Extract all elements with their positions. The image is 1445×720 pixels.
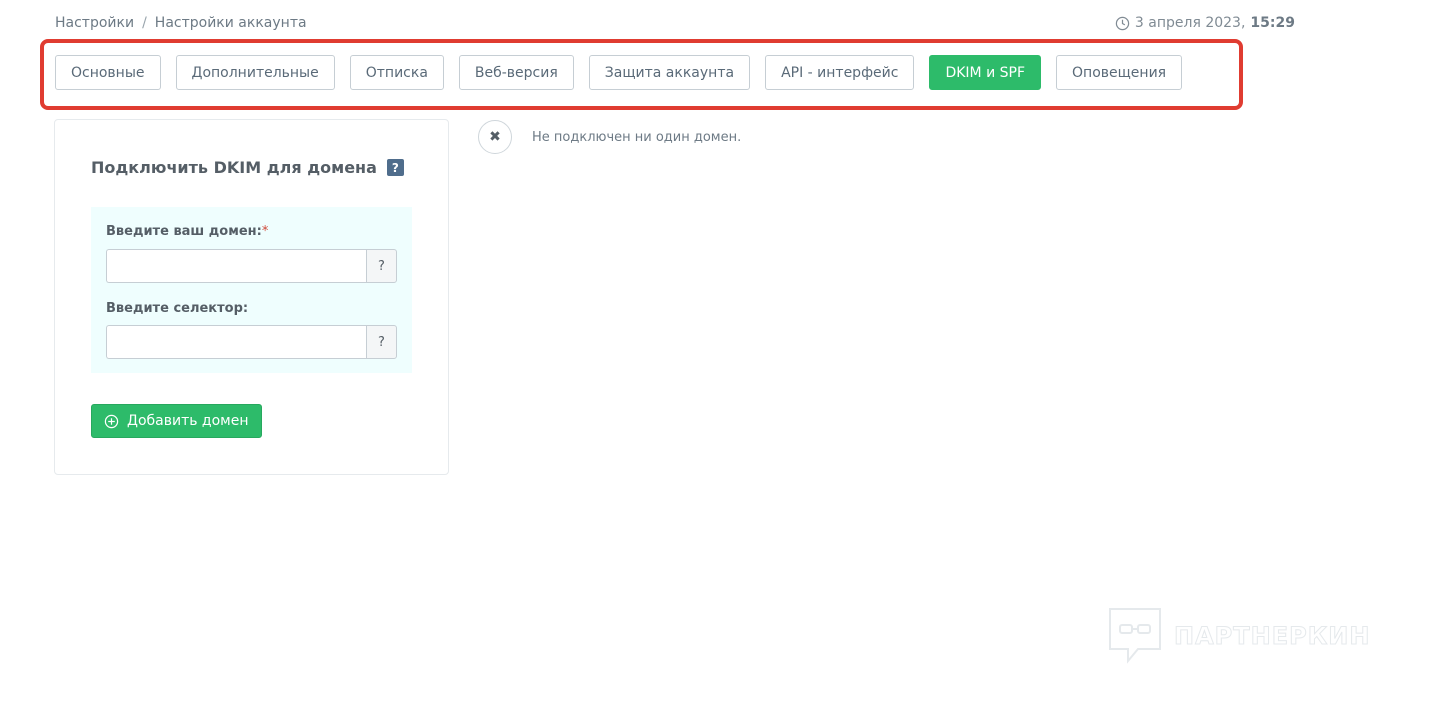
watermark-logo-icon (1109, 608, 1161, 664)
selector-label: Введите селектор: (106, 301, 249, 316)
tab-unsubscribe[interactable]: Отписка (349, 55, 444, 90)
selector-input[interactable] (106, 325, 366, 359)
plus-circle-icon (104, 414, 119, 428)
tab-api-interface[interactable]: API - интерфейс (765, 55, 915, 90)
tab-additional[interactable]: Дополнительные (175, 55, 335, 90)
card-title-text: Подключить DKIM для домена (91, 158, 377, 177)
domain-input[interactable] (106, 249, 366, 283)
breadcrumb: Настройки / Настройки аккаунта (55, 15, 307, 31)
domain-label: Введите ваш домен:* (106, 224, 268, 239)
close-icon: ✖ (478, 120, 512, 154)
domain-status: ✖ Не подключен ни один домен. (478, 120, 741, 154)
watermark: ПАРТНЕРКИН (1106, 605, 1370, 667)
required-mark: * (261, 224, 269, 239)
tab-web-version[interactable]: Веб-версия (458, 55, 574, 90)
time-text: 15:29 (1250, 15, 1295, 31)
tab-dkim-spf[interactable]: DKIM и SPF (929, 55, 1042, 90)
date-text: 3 апреля 2023, (1134, 15, 1246, 31)
datetime: 3 апреля 2023, 15:29 (1115, 15, 1295, 31)
selector-input-group: ? (106, 325, 397, 359)
breadcrumb-separator: / (142, 15, 147, 31)
selector-help-button[interactable]: ? (366, 325, 397, 359)
dkim-card: Подключить DKIM для домена ? Введите ваш… (54, 119, 449, 475)
clock-icon (1115, 16, 1130, 30)
settings-tabs: Основные Дополнительные Отписка Веб-верс… (55, 55, 1183, 90)
status-text: Не подключен ни один домен. (532, 129, 742, 145)
domain-input-group: ? (106, 249, 397, 283)
help-badge[interactable]: ? (386, 159, 404, 176)
tab-notifications[interactable]: Оповещения (1056, 55, 1183, 90)
domain-label-text: Введите ваш домен: (106, 224, 262, 239)
watermark-text: ПАРТНЕРКИН (1173, 622, 1371, 651)
tab-basic[interactable]: Основные (55, 55, 161, 90)
add-domain-label: Добавить домен (127, 413, 249, 429)
dkim-form: Введите ваш домен:* ? Введите селектор: … (91, 207, 412, 373)
breadcrumb-settings[interactable]: Настройки (55, 15, 134, 31)
breadcrumb-account-settings: Настройки аккаунта (154, 15, 307, 31)
tab-account-security[interactable]: Защита аккаунта (588, 55, 751, 90)
add-domain-button[interactable]: Добавить домен (91, 404, 262, 438)
domain-help-button[interactable]: ? (366, 249, 397, 283)
card-title: Подключить DKIM для домена ? (91, 158, 404, 177)
